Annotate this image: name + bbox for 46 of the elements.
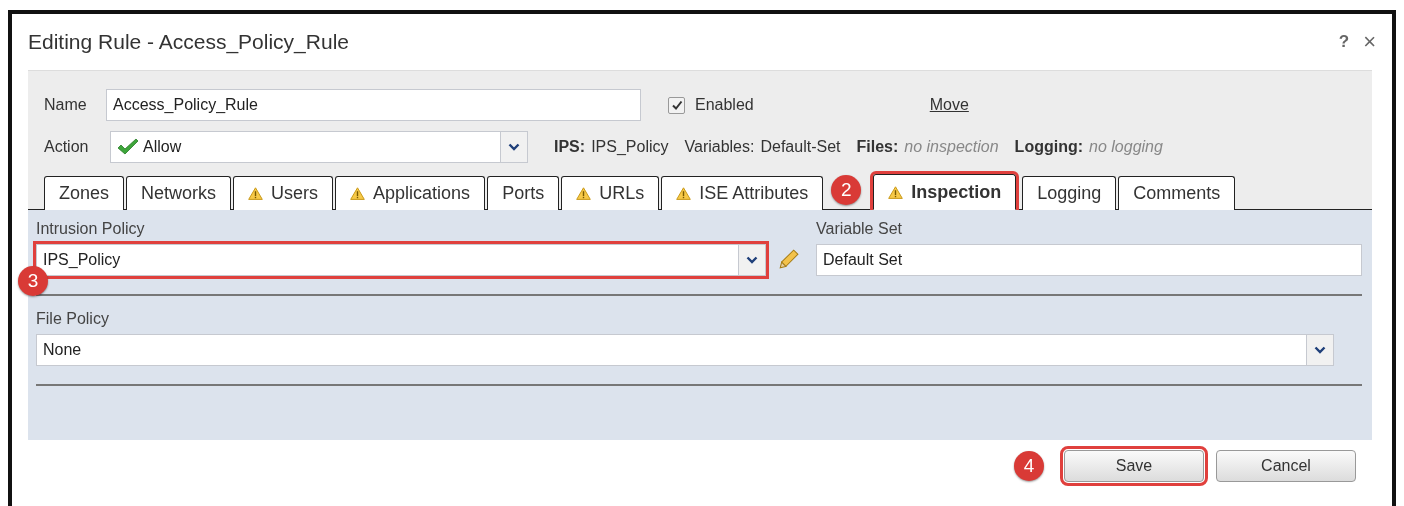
tab[interactable]: Logging (1022, 176, 1117, 210)
checkmark-icon (117, 138, 139, 156)
tab[interactable]: Applications (335, 176, 486, 210)
intrusion-policy-select[interactable]: IPS_Policy (36, 244, 766, 276)
action-select[interactable]: Allow (110, 131, 528, 163)
warning-icon (888, 185, 904, 199)
summary-value: IPS_Policy (591, 138, 669, 156)
name-label: Name (44, 96, 88, 114)
dialog-button[interactable]: Cancel (1216, 450, 1356, 482)
summary-label: Variables: (684, 138, 755, 156)
file-policy-select[interactable]: None (36, 334, 1334, 366)
tab[interactable]: Inspection (873, 174, 1017, 210)
warning-icon (350, 187, 366, 200)
window-title: Editing Rule - Access_Policy_Rule (28, 30, 349, 54)
summary-value: no inspection (904, 138, 999, 156)
warning-icon (248, 187, 264, 200)
summary-label: IPS: (554, 138, 586, 156)
enabled-checkbox[interactable] (668, 96, 685, 114)
file-policy-label: File Policy (36, 310, 110, 328)
move-link[interactable]: Move (929, 96, 969, 114)
variable-set-field[interactable]: Default Set (816, 244, 1362, 276)
tab[interactable]: Ports (487, 176, 560, 210)
name-field[interactable]: Access_Policy_Rule (106, 89, 641, 121)
step-badge: 4 (1014, 451, 1044, 481)
enabled-label: Enabled (695, 96, 754, 114)
pencil-icon[interactable] (776, 248, 800, 272)
tab[interactable]: ISE Attributes (661, 176, 824, 210)
summary-label: Logging: (1014, 138, 1084, 156)
step-badge: 3 (18, 266, 48, 296)
warning-icon (576, 187, 592, 200)
summary-value: Default-Set (760, 138, 841, 156)
variable-set-label: Variable Set (816, 220, 903, 238)
checkmark-icon (670, 99, 683, 111)
tab[interactable]: Networks (126, 176, 232, 210)
tab[interactable]: Zones (44, 176, 125, 210)
tab[interactable]: Users (233, 176, 334, 210)
close-button[interactable]: × (1361, 29, 1378, 55)
action-label: Action (44, 138, 90, 156)
intrusion-policy-label: Intrusion Policy (36, 220, 146, 238)
tab[interactable]: Comments (1118, 176, 1236, 210)
step-badge: 2 (831, 175, 862, 205)
summary-label: Files: (856, 138, 899, 156)
help-button[interactable]: ? (1336, 29, 1352, 55)
warning-icon (676, 187, 692, 200)
tab[interactable]: URLs (561, 176, 660, 210)
summary-value: no logging (1089, 138, 1163, 156)
